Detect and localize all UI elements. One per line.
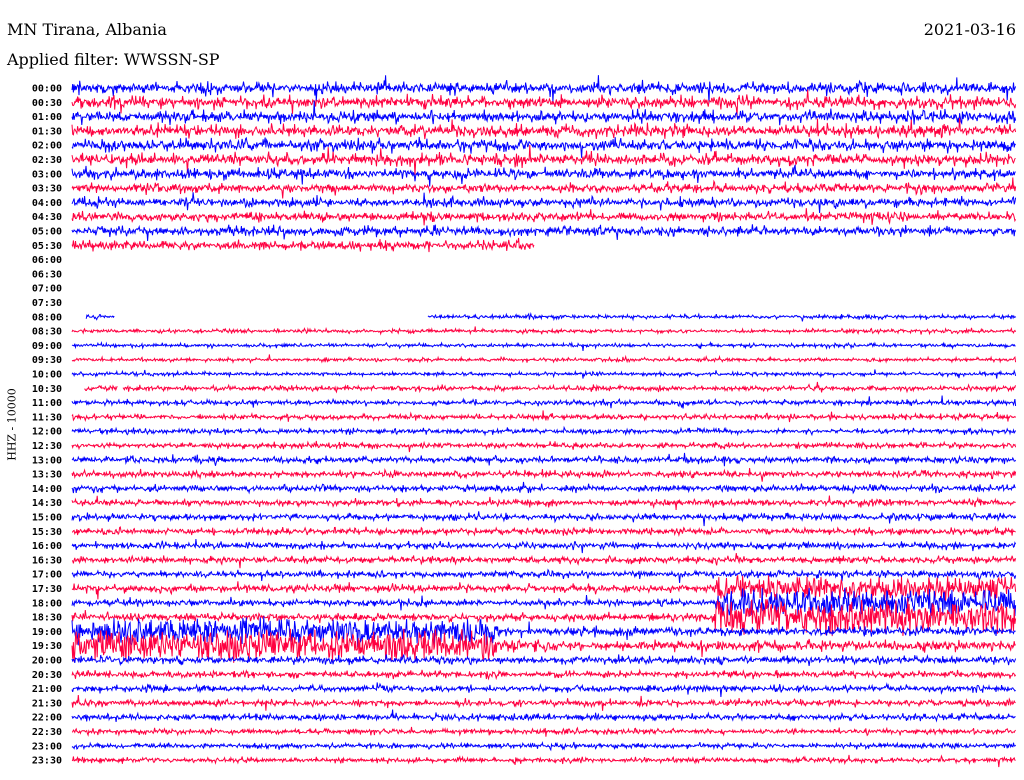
trace-1700: [71, 568, 1017, 583]
seismogram-traces: 00:00 00:30 01:00 01:30 02:00 02:30 03:00 03:30…: [32, 75, 1017, 768]
time-tick-label: 09:30: [32, 355, 62, 366]
time-tick-label: 19:30: [32, 641, 62, 652]
trace-0400: [71, 192, 1017, 214]
trace-1630: [71, 553, 1017, 569]
time-tick-label: 18:00: [32, 598, 62, 609]
time-tick-label: 05:00: [32, 227, 62, 238]
trace-2130: [71, 694, 1016, 711]
time-tick-label: 10:00: [32, 370, 62, 381]
time-tick-label: 10:30: [32, 384, 62, 395]
trace-0930: [71, 354, 1017, 365]
time-tick-label: 20:30: [32, 670, 62, 681]
trace-1400: [71, 481, 1016, 495]
trace-1230: [71, 440, 1017, 453]
time-tick-label: 11:30: [32, 412, 62, 423]
time-tick-label: 01:30: [32, 126, 62, 137]
time-tick-label: 21:00: [32, 684, 62, 695]
time-tick-label: 19:00: [32, 627, 62, 638]
trace-1730: [71, 575, 1017, 602]
time-tick-label: 07:00: [32, 284, 62, 295]
time-tick-label: 08:00: [32, 312, 62, 323]
time-tick-label: 12:30: [32, 441, 62, 452]
trace-1100: [71, 395, 1017, 409]
time-tick-label: 20:00: [32, 656, 62, 667]
trace-2230: [71, 726, 1016, 737]
trace-0300: [71, 164, 1016, 187]
time-tick-label: 03:00: [32, 169, 62, 180]
trace-0800: [427, 312, 1017, 322]
time-tick-label: 09:00: [32, 341, 62, 352]
time-tick-label: 17:30: [32, 584, 62, 595]
time-tick-label: 16:00: [32, 541, 62, 552]
time-tick-label: 11:00: [32, 398, 62, 409]
trace-0030: [71, 89, 1017, 118]
time-tick-label: 05:30: [32, 241, 62, 252]
time-tick-label: 22:00: [32, 713, 62, 724]
time-tick-label: 02:00: [32, 141, 62, 152]
trace-0130: [71, 118, 1017, 140]
time-tick-label: 08:30: [32, 327, 62, 338]
time-tick-label: 14:30: [32, 498, 62, 509]
trace-0330: [71, 177, 1017, 199]
trace-1600: [71, 539, 1017, 554]
time-tick-label: 23:30: [32, 756, 62, 767]
time-tick-label: 22:30: [32, 727, 62, 738]
trace-1030: [84, 384, 118, 393]
time-tick-label: 00:30: [32, 98, 62, 109]
trace-0530: [71, 237, 535, 253]
time-tick-label: 18:30: [32, 613, 62, 624]
trace-1500: [71, 511, 1017, 527]
trace-2200: [71, 709, 1016, 723]
time-tick-label: 14:00: [32, 484, 62, 495]
trace-1200: [71, 425, 1017, 437]
trace-0200: [71, 136, 1016, 158]
time-tick-label: 15:30: [32, 527, 62, 538]
trace-0900: [71, 341, 1016, 352]
time-tick-label: 00:00: [32, 84, 62, 95]
trace-0500: [71, 224, 1017, 242]
time-tick-label: 06:00: [32, 255, 62, 266]
time-tick-label: 13:30: [32, 470, 62, 481]
time-tick-label: 06:30: [32, 269, 62, 280]
time-tick-label: 21:30: [32, 698, 62, 709]
trace-2300: [71, 741, 1017, 752]
trace-2100: [71, 682, 1016, 698]
time-tick-label: 03:30: [32, 184, 62, 195]
trace-0830: [71, 326, 1017, 336]
trace-0430: [71, 208, 1017, 226]
trace-0230: [71, 144, 1016, 175]
trace-2330: [71, 754, 1016, 768]
trace-1030: [122, 381, 1016, 394]
trace-1130: [71, 410, 1017, 423]
trace-1330: [71, 468, 1017, 482]
time-tick-label: 02:30: [32, 155, 62, 166]
time-tick-label: 17:00: [32, 570, 62, 581]
trace-1430: [71, 495, 1016, 510]
time-tick-label: 13:00: [32, 455, 62, 466]
time-tick-label: 12:00: [32, 427, 62, 438]
trace-2030: [71, 668, 1017, 681]
time-tick-label: 01:00: [32, 112, 62, 123]
time-tick-label: 15:00: [32, 513, 62, 524]
trace-1530: [72, 525, 1016, 537]
helicorder-plot: MN Tirana, Albania 2021-03-16 Applied fi…: [0, 0, 1024, 780]
trace-0800: [85, 313, 115, 321]
time-tick-label: 16:30: [32, 555, 62, 566]
trace-1000: [71, 369, 1017, 379]
time-tick-label: 23:00: [32, 741, 62, 752]
time-tick-label: 04:30: [32, 212, 62, 223]
time-tick-label: 07:30: [32, 298, 62, 309]
time-tick-label: 04:00: [32, 198, 62, 209]
trace-2000: [71, 653, 1017, 667]
trace-1300: [71, 452, 1017, 467]
